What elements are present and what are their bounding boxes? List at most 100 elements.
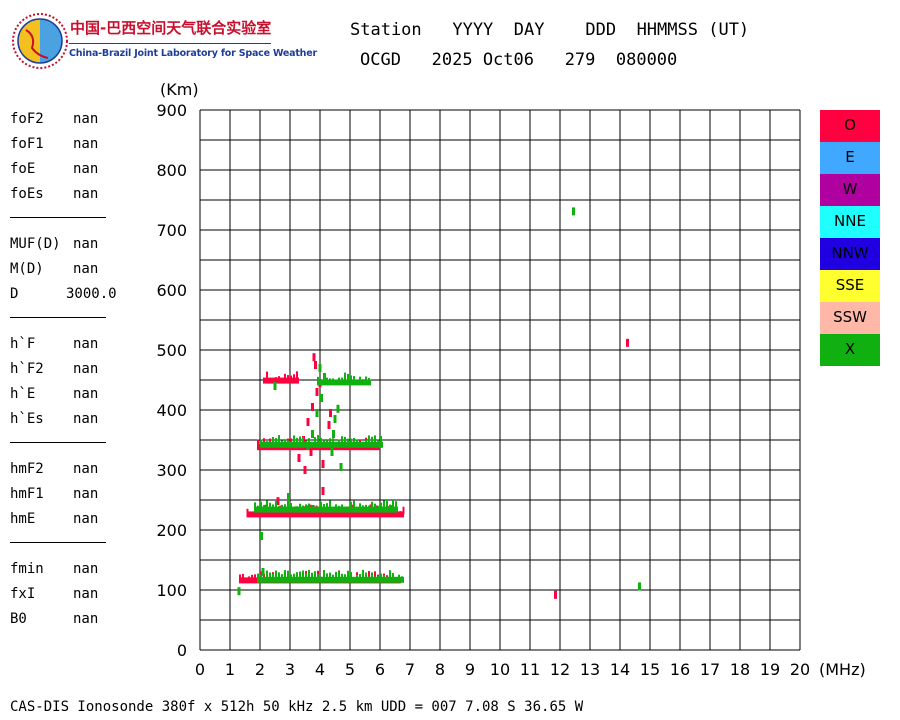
- echo-speck: [257, 439, 259, 448]
- echo-point: [287, 493, 290, 501]
- echo-speck: [362, 505, 364, 510]
- echo-speck: [320, 379, 322, 383]
- echo-speck: [341, 504, 343, 510]
- y-tick-label: 100: [156, 581, 187, 600]
- echo-speck: [380, 502, 382, 510]
- echo-speck: [323, 440, 325, 445]
- echo-speck: [278, 506, 280, 510]
- echo-speck: [335, 504, 337, 510]
- echo-speck: [275, 438, 277, 445]
- echo-point: [315, 388, 319, 396]
- echo-speck: [359, 442, 361, 445]
- echo-speck: [323, 503, 325, 510]
- echo-speck: [260, 501, 262, 510]
- y-tick-label: 700: [156, 221, 187, 240]
- echo-speck: [368, 505, 370, 510]
- echo-speck: [329, 438, 331, 445]
- axis-ticks: 0 1 2 3 4 5 6 7 8 9 10 11 12 13 14 15 16 17 18 19 2001002003…: [156, 101, 810, 679]
- x-tick-label: 14: [610, 660, 630, 679]
- echo-speck: [374, 576, 376, 580]
- echo-speck: [320, 501, 322, 510]
- echo-speck: [356, 507, 358, 510]
- x-tick-label: 6: [375, 660, 385, 679]
- echo-speck: [402, 506, 405, 515]
- echo-speck: [281, 574, 283, 580]
- legend-item-sse: SSE: [820, 270, 880, 302]
- echo-speck: [401, 576, 403, 580]
- echo-speck: [362, 441, 364, 445]
- echo-speck: [248, 576, 250, 581]
- echo-speck: [335, 379, 337, 383]
- x-tick-label: 7: [405, 660, 415, 679]
- x-axis-label: (MHz): [819, 660, 866, 679]
- x-tick-label: 17: [700, 660, 720, 679]
- echo-speck: [371, 436, 373, 445]
- x-tick-label: 4: [315, 660, 325, 679]
- y-tick-label: 200: [156, 521, 187, 540]
- echo-speck: [380, 573, 382, 580]
- echo-speck: [269, 441, 271, 445]
- y-tick-label: 300: [156, 461, 187, 480]
- y-tick-label: 0: [177, 641, 187, 660]
- echo-speck: [299, 436, 301, 445]
- echo-speck: [269, 377, 271, 381]
- echo-speck: [347, 438, 349, 445]
- echo-speck: [314, 507, 316, 510]
- echo-point: [336, 404, 340, 413]
- echo-speck: [296, 437, 298, 445]
- legend-item-x: X: [820, 334, 880, 366]
- echo-speck: [281, 504, 283, 510]
- echo-speck: [347, 373, 349, 383]
- echo-speck: [326, 503, 328, 510]
- echo-speck: [314, 437, 316, 445]
- echo-speck: [341, 573, 343, 580]
- echo-speck: [299, 571, 301, 580]
- echo-point: [315, 409, 319, 417]
- echo-speck: [347, 506, 349, 510]
- echo-speck: [251, 574, 253, 581]
- echo-speck: [266, 441, 268, 445]
- x-tick-label: 8: [435, 660, 445, 679]
- echo-speck: [263, 442, 265, 445]
- x-tick-label: 1: [225, 660, 235, 679]
- echo-speck: [254, 574, 256, 581]
- echo-point: [320, 394, 323, 402]
- echo-speck: [284, 504, 286, 510]
- echo-point: [638, 582, 641, 591]
- echo-point: [329, 409, 332, 417]
- echo-speck: [338, 505, 340, 510]
- echo-speck: [362, 379, 364, 383]
- echo-speck: [353, 577, 355, 580]
- legend-item-e: E: [820, 142, 880, 174]
- legend-item-nne: NNE: [820, 206, 880, 238]
- echo-speck: [317, 574, 319, 580]
- echo-speck: [278, 572, 280, 580]
- echo-speck: [350, 501, 352, 510]
- x-tick-label: 18: [730, 660, 750, 679]
- echo-speck: [293, 573, 295, 580]
- echo-speck: [344, 436, 346, 445]
- echo-speck: [275, 500, 277, 510]
- echo-speck: [278, 435, 280, 445]
- echo-speck: [332, 506, 334, 510]
- echo-point: [303, 466, 307, 474]
- x-tick-label: 5: [345, 660, 355, 679]
- x-tick-label: 13: [580, 660, 600, 679]
- echo-speck: [350, 438, 352, 445]
- echo-point: [321, 487, 325, 495]
- echo-speck: [350, 375, 352, 383]
- echo-speck: [383, 500, 385, 510]
- echo-speck: [317, 507, 319, 510]
- echo-speck: [284, 373, 286, 381]
- echo-speck: [287, 570, 289, 580]
- echo-speck: [392, 573, 394, 580]
- echo-speck: [314, 571, 316, 580]
- ionogram-chart: 0 1 2 3 4 5 6 7 8 9 10 11 12 13 14 15 16 17 18 19 2001002003…: [156, 80, 866, 679]
- echo-speck: [399, 511, 402, 515]
- echo-speck: [293, 374, 295, 381]
- echo-speck: [368, 576, 370, 580]
- echo-speck: [353, 500, 355, 510]
- x-tick-label: 19: [760, 660, 780, 679]
- echo-speck: [326, 573, 328, 580]
- echo-speck: [311, 441, 313, 445]
